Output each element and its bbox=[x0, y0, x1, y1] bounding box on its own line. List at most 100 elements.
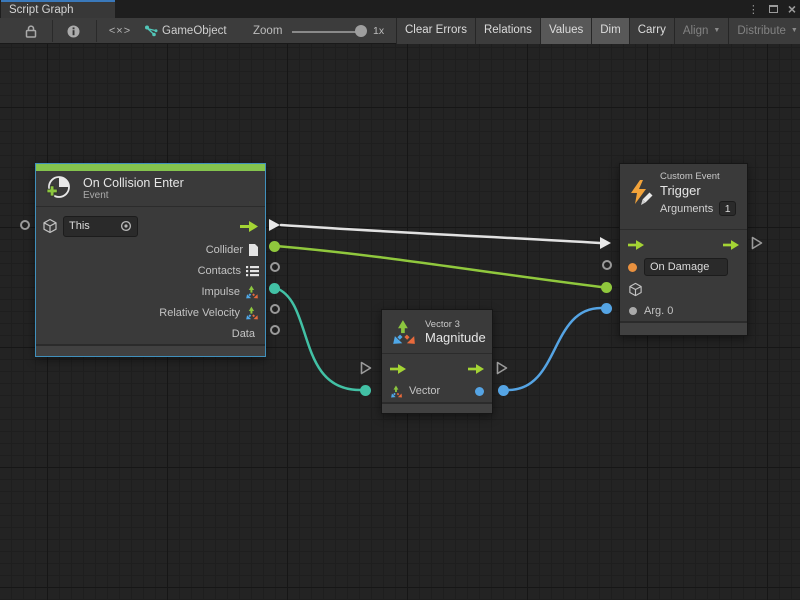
port-arg0-input-connected[interactable] bbox=[601, 303, 612, 314]
lock-button[interactable] bbox=[18, 18, 44, 44]
node-footer bbox=[382, 404, 492, 413]
node-title: On Collision Enter bbox=[83, 176, 184, 190]
code-icon: <×> bbox=[109, 25, 131, 37]
inspect-button[interactable] bbox=[60, 18, 86, 44]
port-magnitude-flow-output[interactable] bbox=[496, 361, 508, 380]
node-magnitude[interactable]: Vector 3 Magnitude bbox=[381, 309, 493, 414]
arg0-label: Arg. 0 bbox=[644, 305, 673, 317]
tab-script-graph[interactable]: Script Graph bbox=[1, 0, 115, 18]
node-footer bbox=[36, 346, 265, 356]
port-data-output[interactable] bbox=[270, 325, 280, 335]
generic-port-dot bbox=[629, 307, 637, 315]
tab-bar: Script Graph ⋮ × bbox=[0, 0, 800, 18]
maximize-icon[interactable] bbox=[769, 5, 778, 13]
event-name-field[interactable]: On Damage bbox=[644, 258, 728, 276]
node-title: Magnitude bbox=[425, 330, 486, 345]
port-trigger-flow-output[interactable] bbox=[751, 236, 763, 255]
port-collider-output-connected[interactable] bbox=[269, 241, 280, 252]
values-toggle[interactable]: Values bbox=[540, 18, 591, 44]
node-body: This Collider bbox=[36, 207, 265, 344]
node-subtitle: Event bbox=[83, 190, 184, 201]
node-title: Trigger bbox=[660, 183, 736, 198]
vector3-icon bbox=[390, 385, 403, 398]
port-contacts-output[interactable] bbox=[270, 262, 280, 272]
arguments-label: Arguments bbox=[660, 203, 713, 215]
chevron-down-icon: ▼ bbox=[791, 27, 798, 34]
port-label-vector: Vector bbox=[409, 385, 440, 397]
window-controls: ⋮ × bbox=[748, 0, 796, 18]
graph-pointer-icon bbox=[143, 18, 159, 44]
port-magnitude-result-output-connected[interactable] bbox=[498, 385, 509, 396]
arguments-count-field[interactable]: 1 bbox=[719, 201, 736, 216]
wire-collider-to-target[interactable] bbox=[276, 246, 601, 287]
toolbar-buttons: Clear Errors Relations Values Dim Carry … bbox=[396, 18, 800, 44]
gameobject-cube-icon bbox=[42, 218, 58, 234]
port-impulse-output-connected[interactable] bbox=[269, 283, 280, 294]
zoom-slider-handle[interactable] bbox=[355, 25, 367, 37]
port-target-input-connected[interactable] bbox=[601, 282, 612, 293]
port-label-impulse: Impulse bbox=[201, 286, 240, 298]
gameobject-cube-icon bbox=[628, 282, 643, 297]
port-event-name-input[interactable] bbox=[602, 260, 612, 270]
contacts-list-icon bbox=[246, 265, 259, 277]
lock-icon bbox=[25, 25, 37, 38]
port-magnitude-flow-input[interactable] bbox=[360, 361, 372, 380]
graph-canvas[interactable]: On Collision Enter Event This bbox=[0, 44, 800, 600]
node-footer bbox=[620, 323, 747, 335]
node-header: Vector 3 Magnitude bbox=[382, 310, 492, 354]
distribute-dropdown[interactable]: Distribute▼ bbox=[728, 18, 800, 44]
port-label-contacts: Contacts bbox=[198, 265, 241, 277]
flow-out-arrow-icon bbox=[468, 364, 484, 374]
port-relative-velocity-output[interactable] bbox=[270, 304, 280, 314]
relations-button[interactable]: Relations bbox=[475, 18, 540, 44]
port-trigger-flow-input-connected[interactable] bbox=[600, 237, 611, 249]
node-header: Custom Event Trigger Arguments 1 bbox=[620, 164, 747, 230]
graph-toolbar: <×> GameObject Zoom 1x Clear Errors Rela… bbox=[0, 18, 800, 44]
port-label-relative-velocity: Relative Velocity bbox=[159, 307, 240, 319]
flow-in-arrow-icon bbox=[628, 240, 644, 250]
custom-event-icon bbox=[628, 179, 655, 206]
node-on-collision-enter[interactable]: On Collision Enter Event This bbox=[35, 163, 266, 357]
carry-toggle[interactable]: Carry bbox=[629, 18, 674, 44]
chevron-down-icon: ▼ bbox=[713, 27, 720, 34]
port-flow-output-connected[interactable] bbox=[269, 219, 280, 231]
wire-flow[interactable] bbox=[281, 225, 600, 243]
code-view-button[interactable]: <×> bbox=[103, 18, 137, 44]
wire-impulse-to-vector[interactable] bbox=[276, 288, 360, 390]
self-target-field[interactable]: This bbox=[63, 216, 138, 237]
object-picker-icon[interactable] bbox=[120, 220, 132, 232]
node-surtitle: Vector 3 bbox=[425, 319, 486, 330]
unity-script-graph-window: Script Graph ⋮ × <×> bbox=[0, 0, 800, 600]
collision-event-icon bbox=[44, 174, 74, 204]
close-icon[interactable]: × bbox=[788, 2, 796, 16]
node-custom-event-trigger[interactable]: Custom Event Trigger Arguments 1 bbox=[619, 163, 748, 336]
tab-label: Script Graph bbox=[9, 4, 74, 16]
event-color-strip bbox=[36, 164, 265, 171]
flow-out-arrow-icon bbox=[723, 240, 739, 250]
info-icon bbox=[67, 25, 80, 38]
dim-toggle[interactable]: Dim bbox=[591, 18, 628, 44]
vector3-icon bbox=[245, 285, 259, 299]
zoom-value: 1x bbox=[373, 18, 384, 44]
window-menu-icon[interactable]: ⋮ bbox=[748, 3, 759, 16]
port-label-collider: Collider bbox=[206, 244, 243, 256]
node-body: Vector bbox=[382, 354, 492, 402]
clear-errors-button[interactable]: Clear Errors bbox=[396, 18, 475, 44]
collider-doc-icon bbox=[248, 243, 259, 257]
vector3-icon bbox=[245, 306, 259, 320]
vector3-icon bbox=[391, 319, 417, 345]
node-body: On Damage Arg. 0 bbox=[620, 230, 747, 321]
zoom-label: Zoom bbox=[253, 18, 282, 44]
float-output-dot bbox=[475, 387, 484, 396]
node-surtitle: Custom Event bbox=[660, 171, 736, 182]
graph-target-label[interactable]: GameObject bbox=[162, 18, 227, 44]
port-vector-input-connected[interactable] bbox=[360, 385, 371, 396]
port-this-input[interactable] bbox=[20, 220, 30, 230]
align-dropdown[interactable]: Align▼ bbox=[674, 18, 729, 44]
flow-out-arrow-icon bbox=[240, 221, 258, 232]
string-port-dot bbox=[628, 263, 637, 272]
port-label-data: Data bbox=[232, 328, 255, 340]
wire-magnitude-to-arg0[interactable] bbox=[509, 308, 601, 390]
node-header: On Collision Enter Event bbox=[36, 171, 265, 207]
flow-in-arrow-icon bbox=[390, 364, 406, 374]
